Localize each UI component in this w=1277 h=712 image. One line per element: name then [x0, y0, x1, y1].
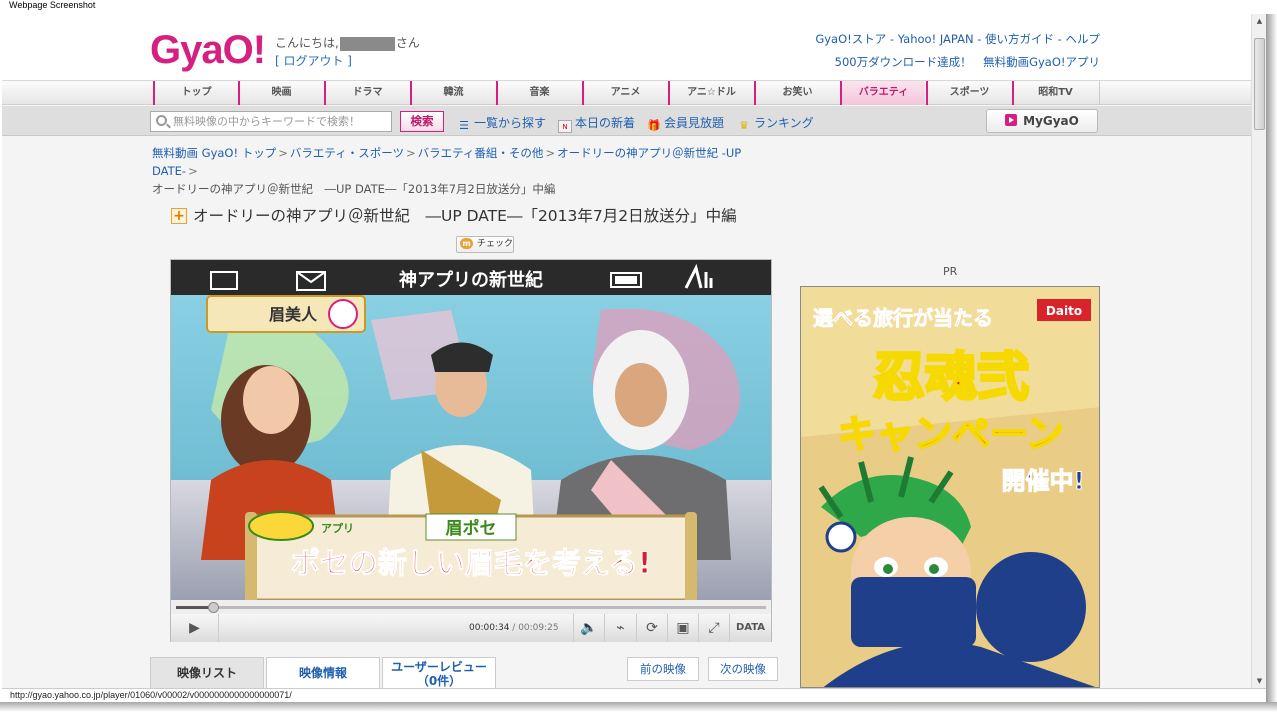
search-icon: [156, 115, 167, 126]
window-shadow-bottom: [0, 702, 1277, 712]
play-icon: [1005, 114, 1018, 126]
promo-links[interactable]: 500万ダウンロード達成！ 無料動画GyaO!アプリ: [835, 54, 1100, 70]
mixi-icon: m: [460, 238, 473, 249]
nav-item[interactable]: 韓流: [410, 81, 495, 105]
clip-icon[interactable]: ⌁: [605, 614, 637, 642]
ad-headline: 選べる旅行が当たる: [813, 306, 993, 330]
content-tabs: 映像リスト 映像情報 ユーザーレビュー（0件）: [150, 657, 530, 688]
video-scroll-caption: ポセの新しい眉毛を考える!: [291, 546, 651, 580]
data-button[interactable]: DATA: [730, 614, 771, 642]
prev-video-button[interactable]: 前の映像: [627, 657, 699, 681]
nav-item[interactable]: 昭和TV: [1012, 81, 1097, 105]
ad-campaign-sub: キャンペーン: [838, 412, 1064, 456]
volume-icon[interactable]: 🔈: [573, 614, 605, 642]
time-display: 00:00:34 / 00:09:25: [469, 623, 559, 633]
breadcrumb-link[interactable]: バラエティ・スポーツ: [290, 146, 404, 160]
video-player: 神アプリの新世紀 眉美人 眉ポセ ポセの新しい眉毛を考える! アプリ ▶ 00:…: [170, 259, 772, 642]
window-caption: Webpage Screenshot: [9, 0, 96, 10]
nav-item[interactable]: バラエティ: [840, 81, 925, 105]
ad-brand-logo: Daito: [1046, 304, 1082, 318]
video-frame[interactable]: 神アプリの新世紀 眉美人 眉ポセ ポセの新しい眉毛を考える! アプリ: [171, 260, 771, 600]
breadcrumb: 無料動画 GyaO! トップ > バラエティ・スポーツ > バラエティ番組・その他 > オー…: [152, 146, 742, 196]
new-today-link[interactable]: N 本日の新着: [558, 114, 635, 133]
play-button[interactable]: ▶: [171, 614, 219, 642]
scroll-down-icon[interactable]: ▼: [1252, 674, 1267, 688]
vertical-scrollbar[interactable]: ▲ ▼: [1251, 14, 1266, 688]
user-greeting: こんにちは, さん: [275, 36, 420, 51]
browse-list-link[interactable]: ☰ 一覧から探す: [457, 114, 546, 132]
video-scroll-heading: 眉ポセ: [446, 518, 497, 539]
pr-label: PR: [943, 265, 958, 278]
search-button[interactable]: 検索: [400, 111, 444, 132]
check-button[interactable]: m チェック: [456, 236, 514, 253]
tab-user-reviews[interactable]: ユーザーレビュー（0件）: [382, 657, 496, 688]
window-shadow-right: [1266, 14, 1277, 704]
redacted-username: [339, 36, 395, 51]
window-size-icon[interactable]: ▣: [668, 614, 699, 642]
browser-window: Webpage Screenshot GyaO! こんにちは, さん [ ログアウ…: [0, 0, 1277, 712]
header-links[interactable]: GyaO!ストア - Yahoo! JAPAN - 使い方ガイド - ヘルプ: [815, 31, 1100, 47]
nav-item[interactable]: お笑い: [754, 81, 839, 105]
mygyao-button[interactable]: MyGyaO: [986, 109, 1098, 133]
nav-item[interactable]: ドラマ: [324, 81, 409, 105]
breadcrumb-link[interactable]: 無料動画 GyaO! トップ: [152, 146, 276, 160]
status-bar-url: http://gyao.yahoo.co.jp/player/01060/v00…: [2, 688, 1266, 702]
scroll-up-icon[interactable]: ▲: [1252, 14, 1267, 28]
crown-icon: ♛: [739, 119, 749, 132]
list-icon: ☰: [459, 119, 469, 132]
nav-item[interactable]: トップ: [153, 81, 238, 105]
logout-link[interactable]: [ ログアウト ]: [275, 52, 352, 69]
search-input[interactable]: 無料映像の中からキーワードで検索！: [150, 111, 392, 132]
member-unlimited-link[interactable]: 🎁 会員見放題: [647, 114, 724, 132]
breadcrumb-current: オードリーの神アプリ＠新世紀 ―UP DATE―「2013年7月2日放送分」中編: [152, 182, 556, 196]
nav-item[interactable]: アニ☆ドル: [668, 81, 753, 105]
breadcrumb-link[interactable]: バラエティ番組・その他: [418, 146, 544, 160]
add-icon[interactable]: +: [171, 208, 187, 224]
site-header: GyaO! こんにちは, さん [ ログアウト ] GyaO!ストア - Yaho…: [2, 14, 1251, 81]
player-controls: ▶ 00:00:34 / 00:09:25 🔈 ⌁ ⟳ ▣ ⤢ DATA: [171, 614, 771, 642]
ad-campaign-title: 忍魂弐: [873, 348, 1029, 408]
seek-handle[interactable]: [208, 602, 220, 613]
video-scroll-tag: アプリ: [321, 521, 354, 535]
web-page: GyaO! こんにちは, さん [ ログアウト ] GyaO!ストア - Yaho…: [2, 14, 1251, 688]
scroll-thumb[interactable]: [1254, 38, 1265, 130]
fullscreen-icon[interactable]: ⤢: [699, 614, 730, 642]
video-corner-label: 眉美人: [269, 305, 318, 324]
repeat-icon[interactable]: ⟳: [637, 614, 668, 642]
gyao-logo[interactable]: GyaO!: [150, 28, 266, 72]
nav-item[interactable]: 映画: [238, 81, 323, 105]
ranking-link[interactable]: ♛ ランキング: [737, 114, 814, 132]
gift-icon: 🎁: [647, 119, 661, 132]
nav-item[interactable]: スポーツ: [926, 81, 1011, 105]
nav-item[interactable]: アニメ: [582, 81, 667, 105]
nav-item[interactable]: 音楽: [496, 81, 581, 105]
page-title: + オードリーの神アプリ＠新世紀 ―UP DATE―「2013年7月2日放送分」中…: [171, 204, 737, 226]
tab-video-list[interactable]: 映像リスト: [150, 657, 264, 688]
seek-bar[interactable]: [171, 600, 771, 614]
video-top-banner: 神アプリの新世紀: [399, 269, 543, 291]
search-toolbar: 無料映像の中からキーワードで検索！ 検索 ☰ 一覧から探す N 本日の新着 🎁 会員見…: [2, 106, 1251, 136]
new-calendar-icon: N: [558, 120, 572, 133]
advertisement-banner[interactable]: 選べる旅行が当たる Daito 忍魂弐 キャンペーン 開催中!: [800, 286, 1100, 688]
seek-track: [176, 606, 766, 609]
category-nav: トップ 映画 ドラマ 韓流 音楽 アニメ アニ☆ドル お笑い バラエティ スポーツ 昭和TV: [2, 80, 1251, 105]
ad-status: 開催中!: [1002, 467, 1085, 495]
tab-video-info[interactable]: 映像情報: [266, 657, 380, 688]
next-video-button[interactable]: 次の映像: [708, 657, 778, 681]
